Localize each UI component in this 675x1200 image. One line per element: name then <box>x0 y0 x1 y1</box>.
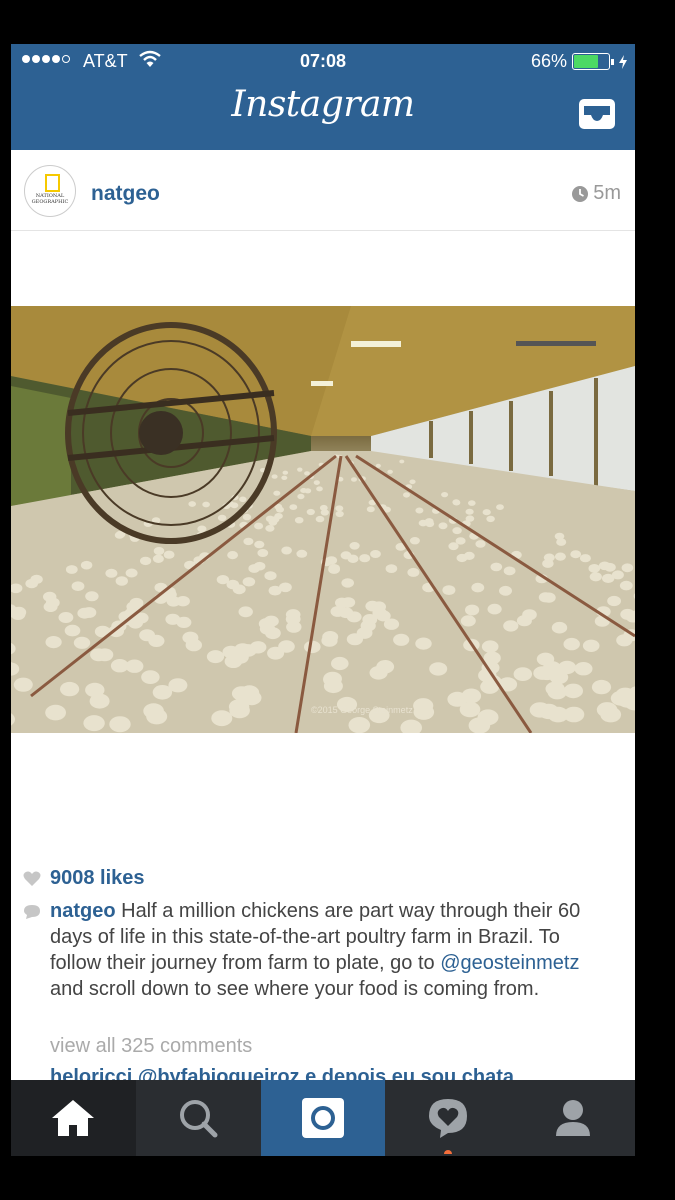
charging-icon <box>619 54 627 69</box>
photo-credit: ©2015 George Steinmetz <box>311 705 413 715</box>
likes-count[interactable]: 9008 likes <box>50 867 145 890</box>
status-bar: AT&T 07:08 66% <box>11 44 635 78</box>
post-photo[interactable]: ©2015 George Steinmetz <box>11 306 635 733</box>
tab-camera[interactable] <box>260 1080 386 1156</box>
post-timestamp: 5m <box>572 182 621 205</box>
battery-indicator: 66% <box>531 51 627 72</box>
caption-username[interactable]: natgeo <box>50 900 116 922</box>
view-all-comments-link[interactable]: view all 325 comments <box>50 1035 252 1058</box>
phone-screen: AT&T 07:08 66% Instagram NATIONAL GEOGRA… <box>11 44 635 1156</box>
avatar-text: NATIONAL GEOGRAPHIC <box>31 193 69 205</box>
tab-profile[interactable] <box>510 1080 635 1156</box>
inbox-icon[interactable] <box>577 97 617 131</box>
clock-icon <box>572 185 589 202</box>
time-ago-label: 5m <box>593 182 621 204</box>
app-logo: Instagram <box>231 84 415 125</box>
caption-body-2: and scroll down to see where your food i… <box>50 978 540 1000</box>
tab-bar <box>11 1080 635 1156</box>
profile-icon <box>555 1100 590 1136</box>
avatar[interactable]: NATIONAL GEOGRAPHIC <box>24 165 76 217</box>
caption-mention[interactable]: @geosteinmetz <box>440 952 579 974</box>
post-header: NATIONAL GEOGRAPHIC natgeo 5m <box>11 150 635 231</box>
tab-home[interactable] <box>11 1080 136 1156</box>
tab-activity[interactable] <box>385 1080 510 1156</box>
caption-text: natgeo Half a million chickens are part … <box>50 898 615 1002</box>
search-icon <box>180 1100 218 1138</box>
heart-bubble-icon <box>428 1099 467 1138</box>
post-username[interactable]: natgeo <box>91 182 160 206</box>
heart-icon <box>23 871 41 886</box>
battery-icon <box>572 53 610 70</box>
likes-row: 9008 likes <box>23 867 145 890</box>
camera-icon <box>301 1098 344 1138</box>
home-icon <box>52 1100 95 1136</box>
notification-dot <box>443 1150 452 1154</box>
tab-explore[interactable] <box>136 1080 261 1156</box>
app-header: AT&T 07:08 66% Instagram <box>11 44 635 150</box>
chicken-farm-image: ©2015 George Steinmetz <box>11 306 635 733</box>
natgeo-logo-icon <box>45 174 60 192</box>
battery-percent: 66% <box>530 51 567 71</box>
comment-bubble-icon <box>24 905 40 919</box>
